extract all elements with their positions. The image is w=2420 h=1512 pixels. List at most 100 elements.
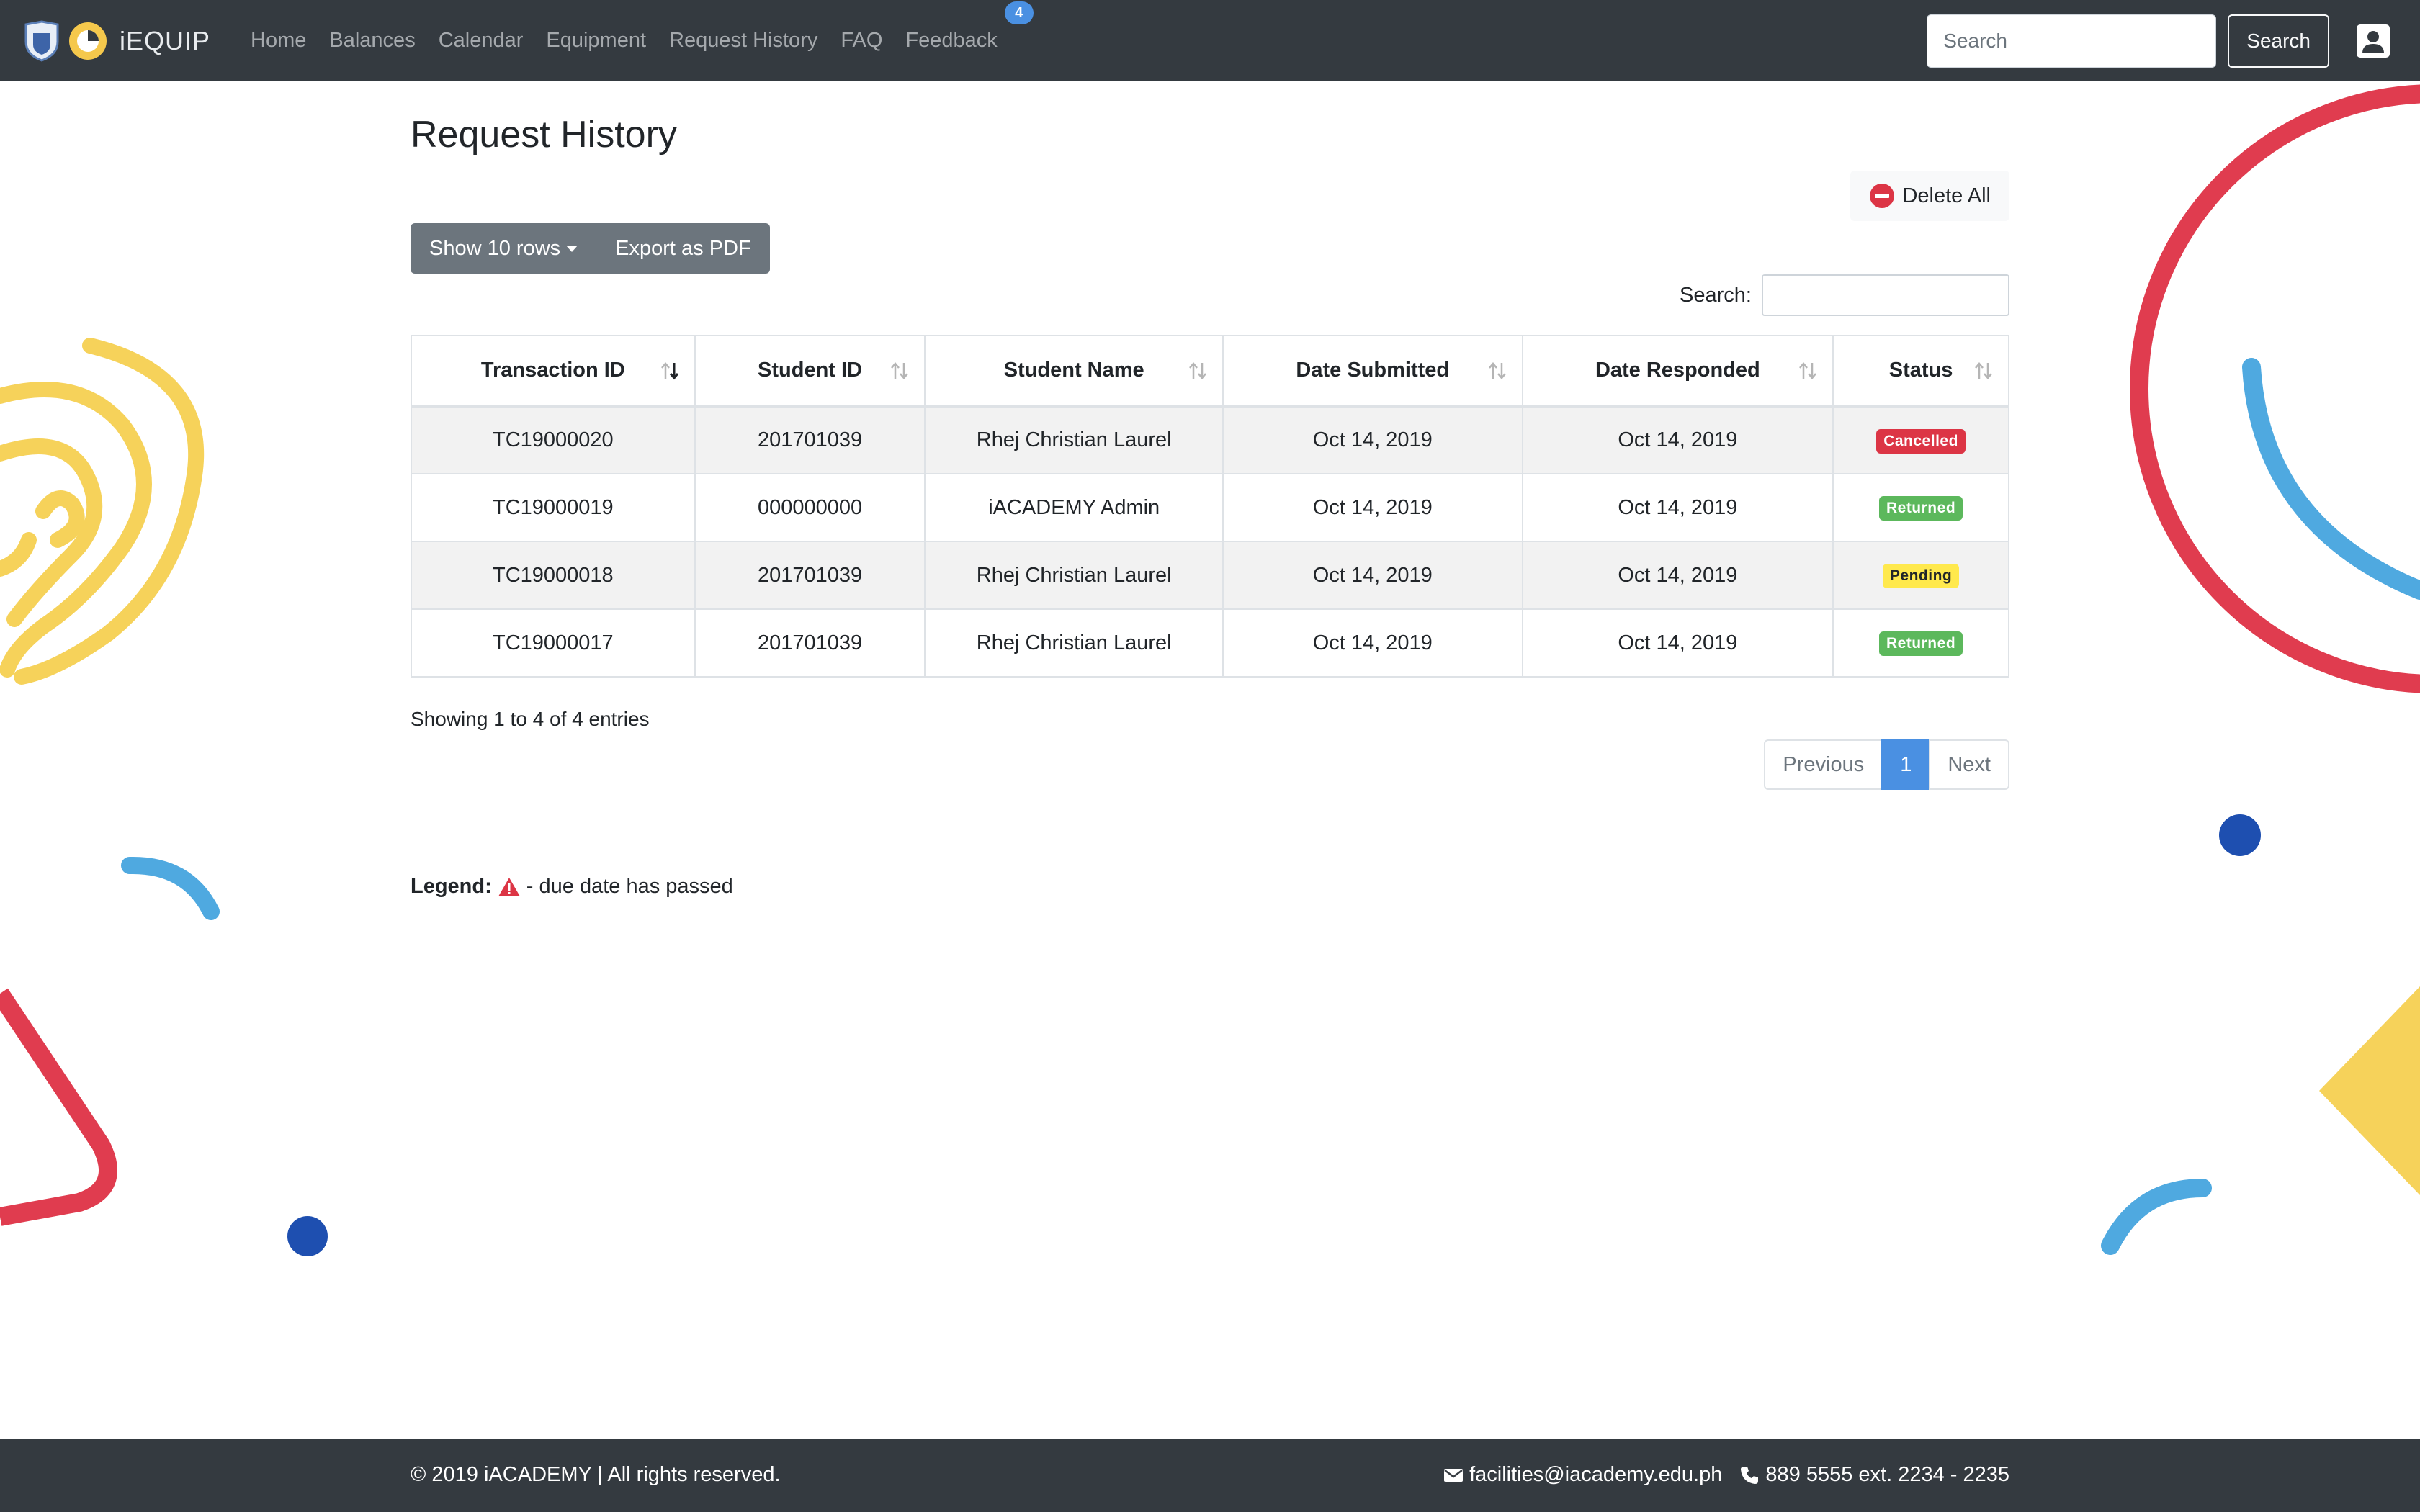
cell-date-responded: Oct 14, 2019 bbox=[1521, 608, 1834, 678]
footer-phone: 889 5555 ext. 2234 - 2235 bbox=[1739, 1463, 2009, 1487]
legend-text: - due date has passed bbox=[526, 875, 733, 898]
warning-triangle-icon bbox=[498, 877, 520, 896]
table-tools-group: Show 10 rows Export as PDF bbox=[411, 223, 770, 274]
cell-date-submitted: Oct 14, 2019 bbox=[1222, 473, 1523, 542]
cell-student-id: 201701039 bbox=[694, 608, 926, 678]
pagination-next[interactable]: Next bbox=[1929, 739, 2009, 790]
cell-student-name: Rhej Christian Laurel bbox=[924, 608, 1224, 678]
sort-icon bbox=[1975, 361, 1992, 379]
nav-balances[interactable]: Balances bbox=[329, 29, 415, 53]
table-info: Showing 1 to 4 of 4 entries bbox=[411, 708, 650, 730]
nav-request-history[interactable]: Request History bbox=[669, 29, 817, 53]
footer-phone-number: 889 5555 ext. 2234 - 2235 bbox=[1765, 1463, 2009, 1486]
status-badge: Returned bbox=[1878, 496, 1963, 521]
nav-home[interactable]: Home bbox=[251, 29, 306, 53]
header-date-responded[interactable]: Date Responded bbox=[1521, 335, 1834, 408]
nav-feedback-label: Feedback bbox=[905, 29, 998, 52]
legend: Legend: - due date has passed bbox=[411, 875, 733, 899]
decor-blue-arc-bottom bbox=[2101, 1179, 2212, 1255]
header-student-name[interactable]: Student Name bbox=[924, 335, 1224, 408]
phone-icon bbox=[1741, 1466, 1759, 1484]
sort-icon bbox=[1189, 361, 1206, 379]
header-status[interactable]: Status bbox=[1832, 335, 2009, 408]
cell-transaction-id: TC19000018 bbox=[411, 541, 696, 610]
cell-student-name: Rhej Christian Laurel bbox=[924, 405, 1224, 474]
pagination-page-1[interactable]: 1 bbox=[1881, 739, 1931, 790]
show-rows-dropdown[interactable]: Show 10 rows bbox=[411, 223, 597, 274]
cell-date-responded: Oct 14, 2019 bbox=[1521, 541, 1834, 610]
envelope-icon bbox=[1444, 1468, 1464, 1482]
nav-search-input[interactable] bbox=[1927, 14, 2217, 68]
footer-contact: facilities@iacademy.edu.ph 889 5555 ext.… bbox=[1443, 1463, 2009, 1487]
table-row[interactable]: TC19000019 000000000 iACADEMY Admin Oct … bbox=[411, 473, 2009, 542]
decor-blue-dot-right bbox=[2219, 814, 2261, 856]
nav-search-button[interactable]: Search bbox=[2228, 14, 2329, 68]
sort-icon bbox=[1799, 361, 1817, 379]
sort-icon bbox=[891, 361, 909, 379]
pagination-previous[interactable]: Previous bbox=[1764, 739, 1883, 790]
status-badge: Pending bbox=[1882, 564, 1960, 588]
header-label: Student Name bbox=[1003, 359, 1144, 382]
header-label: Date Responded bbox=[1595, 359, 1760, 382]
nav-equipment[interactable]: Equipment bbox=[546, 29, 646, 53]
header-label: Date Submitted bbox=[1296, 359, 1450, 382]
user-account-icon[interactable] bbox=[2355, 23, 2391, 59]
footer: © 2019 iACADEMY | All rights reserved. f… bbox=[0, 1439, 2420, 1512]
sort-desc-icon bbox=[660, 361, 678, 379]
decor-blue-dot-left bbox=[287, 1216, 328, 1256]
table-search-input[interactable] bbox=[1762, 274, 2009, 316]
footer-copyright: © 2019 iACADEMY | All rights reserved. bbox=[411, 1463, 781, 1486]
cell-student-id: 000000000 bbox=[694, 473, 926, 542]
export-pdf-label: Export as PDF bbox=[615, 236, 751, 260]
pagination: Previous 1 Next bbox=[1764, 739, 2009, 790]
header-label: Status bbox=[1888, 359, 1953, 382]
footer-email[interactable]: facilities@iacademy.edu.ph bbox=[1469, 1463, 1722, 1487]
header-transaction-id[interactable]: Transaction ID bbox=[411, 335, 696, 408]
minus-circle-icon bbox=[1870, 184, 1895, 208]
table-search: Search: bbox=[1680, 274, 2009, 316]
cell-status: Cancelled bbox=[1832, 405, 2009, 474]
cell-transaction-id: TC19000017 bbox=[411, 608, 696, 678]
cell-date-submitted: Oct 14, 2019 bbox=[1222, 405, 1523, 474]
nav-feedback[interactable]: Feedback 4 bbox=[905, 1, 1034, 53]
status-badge: Returned bbox=[1878, 631, 1963, 656]
cell-transaction-id: TC19000020 bbox=[411, 405, 696, 474]
decor-red-triangle bbox=[0, 988, 117, 1226]
cell-student-id: 201701039 bbox=[694, 405, 926, 474]
top-navbar: iEQUIP Home Balances Calendar Equipment … bbox=[0, 0, 2420, 81]
table-row[interactable]: TC19000017 201701039 Rhej Christian Laur… bbox=[411, 608, 2009, 678]
decor-blue-arc-right bbox=[2242, 358, 2420, 600]
brand-name: iEQUIP bbox=[120, 25, 211, 55]
nav-right: Search bbox=[1927, 14, 2391, 68]
page-title: Request History bbox=[411, 114, 677, 156]
export-pdf-button[interactable]: Export as PDF bbox=[596, 223, 770, 274]
request-history-table: Transaction ID Student ID Student Name D… bbox=[411, 335, 2009, 678]
header-label: Transaction ID bbox=[480, 359, 625, 382]
table-search-label: Search: bbox=[1680, 283, 1752, 307]
cell-student-name: iACADEMY Admin bbox=[924, 473, 1224, 542]
feedback-count-badge: 4 bbox=[1004, 1, 1034, 24]
sort-icon bbox=[1488, 361, 1506, 379]
header-date-submitted[interactable]: Date Submitted bbox=[1222, 335, 1523, 408]
nav-faq[interactable]: FAQ bbox=[841, 29, 882, 53]
brand[interactable]: iEQUIP bbox=[23, 19, 211, 62]
cell-student-id: 201701039 bbox=[694, 541, 926, 610]
decor-blue-arc-left bbox=[121, 856, 220, 920]
cell-status: Returned bbox=[1832, 608, 2009, 678]
cell-student-name: Rhej Christian Laurel bbox=[924, 541, 1224, 610]
table-row[interactable]: TC19000018 201701039 Rhej Christian Laur… bbox=[411, 541, 2009, 610]
cell-status: Pending bbox=[1832, 541, 2009, 610]
nav-links: Home Balances Calendar Equipment Request… bbox=[251, 1, 1034, 53]
cell-date-submitted: Oct 14, 2019 bbox=[1222, 608, 1523, 678]
header-student-id[interactable]: Student ID bbox=[694, 335, 926, 408]
cell-date-responded: Oct 14, 2019 bbox=[1521, 473, 1834, 542]
caret-down-icon bbox=[566, 245, 578, 252]
cell-status: Returned bbox=[1832, 473, 2009, 542]
nav-calendar[interactable]: Calendar bbox=[439, 29, 524, 53]
header-label: Student ID bbox=[758, 359, 863, 382]
cell-date-submitted: Oct 14, 2019 bbox=[1222, 541, 1523, 610]
table-row[interactable]: TC19000020 201701039 Rhej Christian Laur… bbox=[411, 405, 2009, 474]
decor-yellow-swirl bbox=[0, 338, 205, 685]
show-rows-label: Show 10 rows bbox=[429, 236, 561, 260]
delete-all-button[interactable]: Delete All bbox=[1850, 171, 2009, 221]
